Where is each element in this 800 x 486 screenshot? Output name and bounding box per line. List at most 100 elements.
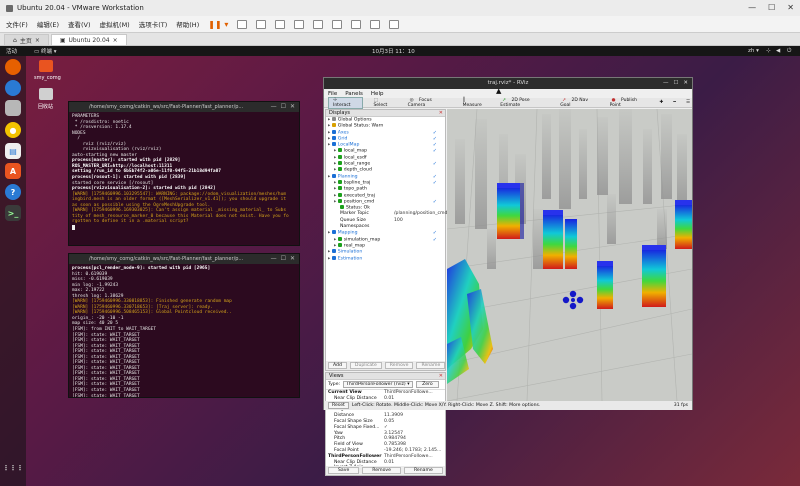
menu-tabs[interactable]: 选项卡(T) <box>139 19 168 29</box>
console-view-icon[interactable] <box>370 19 381 29</box>
rename-display-button[interactable]: Rename <box>416 362 446 369</box>
writer-icon[interactable]: ▤ <box>5 143 21 159</box>
menu-edit[interactable]: 编辑(E) <box>37 19 59 29</box>
firefox-icon[interactable] <box>5 59 21 75</box>
minimize-icon[interactable]: — <box>748 3 756 12</box>
close-icon[interactable]: ✕ <box>787 3 794 12</box>
display-item[interactable]: ▸ Estimation <box>326 255 445 262</box>
display-type-icon <box>337 236 342 241</box>
menu-view[interactable]: 查看(V) <box>68 19 91 29</box>
close-tab-icon[interactable]: × <box>35 37 40 44</box>
tool-measure[interactable]: ┃ Measure <box>459 98 493 108</box>
snapshot-manager-icon[interactable] <box>294 19 305 29</box>
display-item-label: topo_path <box>343 186 367 192</box>
tab-ubuntu[interactable]: ▣ Ubuntu 20.04 × <box>50 34 127 45</box>
maximize-icon[interactable]: ☐ <box>281 103 286 110</box>
reset-button[interactable]: Reset <box>328 402 349 409</box>
views-panel[interactable]: Views ✕ Type: ThirdPersonFollower (rviz)… <box>325 372 446 476</box>
help-icon[interactable]: ? <box>5 184 21 200</box>
duplicate-display-button[interactable]: Duplicate <box>349 362 382 369</box>
maximize-icon[interactable]: ☐ <box>281 255 286 262</box>
library-icon[interactable] <box>313 19 324 29</box>
display-type-icon <box>337 161 342 166</box>
terminal-output[interactable]: PARAMETERS * /rosdistro: noetic * /rosve… <box>69 112 299 232</box>
rviz-status-bar: Reset Left-Click: Rotate. Middle-Click: … <box>324 401 692 410</box>
pause-icon[interactable]: ❚❚ ▾ <box>208 20 228 29</box>
tab-home[interactable]: ⌂ 主页 × <box>4 34 49 45</box>
full-screen-icon[interactable] <box>332 19 343 29</box>
remove-display-button[interactable]: Remove <box>384 362 414 369</box>
minimize-icon[interactable]: — <box>663 78 669 89</box>
maximize-icon[interactable]: ☐ <box>768 3 775 12</box>
remove-tool-icon[interactable]: ━ <box>671 100 678 105</box>
menu-help[interactable]: 帮助(H) <box>176 19 199 29</box>
terminal-output[interactable]: process[pcl_render_node-9]: started with… <box>69 264 299 397</box>
save-view-button[interactable]: Save <box>328 467 360 474</box>
tool-focus-camera[interactable]: ◎ Focus Camera <box>406 98 453 108</box>
menu-vm[interactable]: 虚拟机(M) <box>100 19 130 29</box>
maximize-icon[interactable]: ☐ <box>673 78 678 89</box>
home-folder-icon[interactable] <box>39 60 53 72</box>
dock: ● ▤ A ? >_ ⋮⋮⋮ <box>0 56 26 486</box>
minimize-icon[interactable]: — <box>271 103 277 110</box>
display-item-label: Axes <box>337 130 349 136</box>
trash-icon[interactable] <box>39 88 53 100</box>
files-icon[interactable] <box>5 100 21 116</box>
tool-interact[interactable]: ☩ Interact <box>328 96 364 109</box>
activities-button[interactable]: 活动 <box>6 47 17 55</box>
rhythmbox-icon[interactable]: ● <box>5 122 21 138</box>
rename-view-button[interactable]: Rename <box>403 467 443 474</box>
rviz-3d-viewport[interactable] <box>447 109 692 401</box>
tool-select[interactable]: ⬚ Select <box>369 98 399 108</box>
view-type-select[interactable]: ThirdPersonFollower (rviz) ▾ <box>343 381 414 388</box>
terminal-title-bar[interactable]: /home/smy_comg/catkin_ws/src/Fast-Planne… <box>69 102 299 112</box>
unity-icon[interactable] <box>351 19 362 29</box>
power-icon[interactable]: ⏻ <box>787 48 791 55</box>
input-method-indicator[interactable]: zh ▾ <box>748 48 759 54</box>
tool-publish-point[interactable]: ● Publish Point <box>608 98 652 108</box>
terminal-window-1[interactable]: /home/smy_comg/catkin_ws/src/Fast-Planne… <box>68 101 300 246</box>
display-type-icon <box>331 117 336 121</box>
show-apps-icon[interactable]: ⋮⋮⋮ <box>3 460 24 476</box>
close-icon[interactable]: ✕ <box>683 78 688 89</box>
snapshot-icon[interactable] <box>256 19 267 29</box>
zero-button[interactable]: Zero <box>416 381 439 388</box>
close-icon[interactable]: ✕ <box>290 103 295 110</box>
display-item-label: bspline_traj <box>343 180 371 186</box>
displays-tree[interactable]: ▸ Global Options ▸ Global Status: Warn ▸ A… <box>326 117 452 262</box>
rviz-title-bar[interactable]: traj.rviz* - RViz — ☐ ✕ <box>324 78 692 89</box>
close-panel-icon[interactable]: ✕ <box>439 110 443 116</box>
display-item-label: real_map <box>343 243 365 249</box>
close-icon[interactable]: ✕ <box>290 255 295 262</box>
menu-help[interactable]: Help <box>371 91 384 97</box>
terminal-window-2[interactable]: /home/smy_comg/catkin_ws/src/Fast-Planne… <box>68 253 300 398</box>
tool-2d-pose-estimate[interactable]: ➚ 2D Pose Estimate <box>498 98 552 108</box>
tool-2d-nav-goal[interactable]: ➚ 2D Nav Goal <box>558 98 601 108</box>
app-menu[interactable]: ▭ 终端 ▾ <box>34 47 56 55</box>
add-display-button[interactable]: Add <box>328 362 347 369</box>
tool-properties-icon[interactable]: ☰ <box>684 100 692 105</box>
menu-file[interactable]: 文件(F) <box>6 19 28 29</box>
displays-panel[interactable]: Displays ✕ ▸ Global Options ▸ Global Stat… <box>325 109 452 371</box>
view-property-label: Pitch <box>334 436 346 442</box>
add-tool-icon[interactable]: ✚ <box>657 100 665 105</box>
close-tab-icon[interactable]: × <box>113 37 118 44</box>
terminal-icon[interactable]: >_ <box>5 205 21 221</box>
remove-view-button[interactable]: Remove <box>362 467 401 474</box>
network-icon[interactable]: ⊹ <box>766 48 771 54</box>
clock[interactable]: 10月3日 11：10 <box>372 47 415 55</box>
viewport-scene[interactable] <box>447 109 692 401</box>
volume-icon[interactable]: ◀ <box>776 48 780 54</box>
obstacle-2 <box>543 210 563 269</box>
thunderbird-icon[interactable] <box>5 80 21 96</box>
display-type-icon <box>337 192 342 197</box>
stretch-icon[interactable] <box>389 19 400 29</box>
revert-snapshot-icon[interactable] <box>275 19 286 29</box>
display-type-icon <box>337 148 342 153</box>
send-ctrl-alt-del-icon[interactable] <box>237 19 248 29</box>
close-panel-icon[interactable]: ✕ <box>439 373 443 379</box>
software-icon[interactable]: A <box>5 163 21 179</box>
rviz-window[interactable]: traj.rviz* - RViz — ☐ ✕ File Panels Help… <box>323 77 693 476</box>
terminal-title-bar[interactable]: /home/smy_comg/catkin_ws/src/Fast-Planne… <box>69 254 299 264</box>
minimize-icon[interactable]: — <box>271 255 277 262</box>
